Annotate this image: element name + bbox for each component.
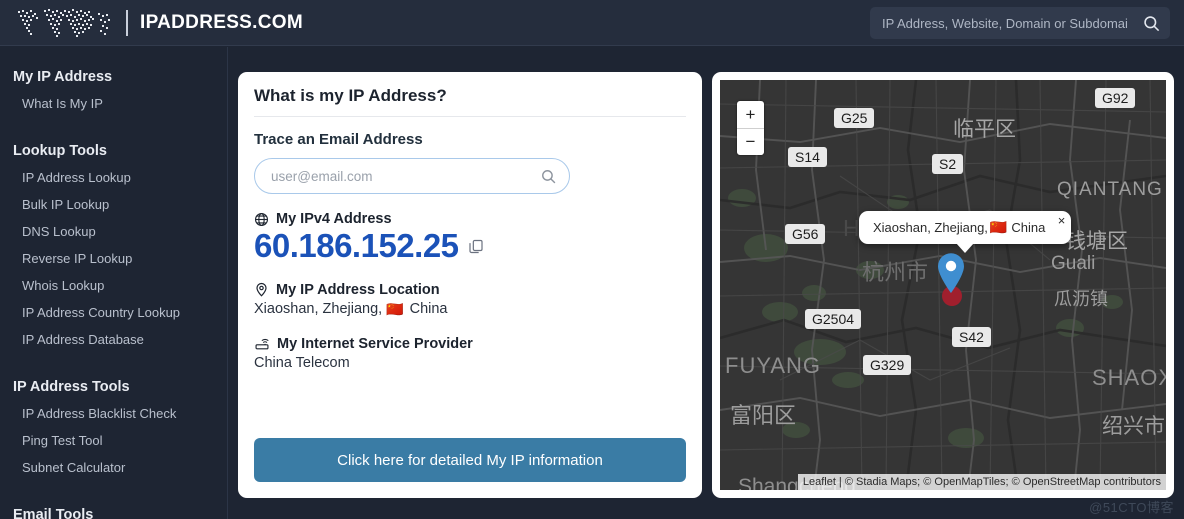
sidebar-heading-ip-address-tools: IP Address Tools bbox=[13, 379, 130, 395]
map-place-label: FUYANG bbox=[725, 353, 822, 378]
trace-email-label: Trace an Email Address bbox=[254, 131, 423, 148]
my-ip-card: What is my IP Address? Trace an Email Ad… bbox=[238, 72, 702, 498]
map-place-label: QIANTANG bbox=[1057, 179, 1163, 200]
logo-divider bbox=[126, 9, 128, 36]
sidebar-heading-my-ip-address: My IP Address bbox=[13, 69, 113, 85]
page-root: IPADDRESS.COM My IP Address What Is My I… bbox=[0, 0, 1184, 519]
ipv4-heading: My IPv4 Address bbox=[254, 211, 686, 227]
map-road-shield: G92 bbox=[1095, 88, 1136, 108]
location-heading: My IP Address Location bbox=[254, 282, 686, 298]
map-road-shield: S2 bbox=[932, 154, 964, 174]
map-place-label: 富阳区 bbox=[730, 403, 797, 428]
isp-value: China Telecom bbox=[254, 354, 350, 371]
isp-label: My Internet Service Provider bbox=[277, 335, 473, 352]
site-logo[interactable]: IPADDRESS.COM bbox=[14, 5, 303, 41]
search-button[interactable] bbox=[1132, 7, 1170, 39]
sidebar-item-ip-address-country-lookup[interactable]: IP Address Country Lookup bbox=[0, 299, 227, 326]
detailed-ip-info-button[interactable]: Click here for detailed My IP informatio… bbox=[254, 438, 686, 482]
map-place-label: 临平区 bbox=[953, 118, 1016, 141]
sidebar-group-lookup-tools: Lookup Tools IP Address Lookup Bulk IP L… bbox=[0, 137, 227, 353]
sidebar-item-bulk-ip-lookup[interactable]: Bulk IP Lookup bbox=[0, 191, 227, 218]
location-value: Xiaoshan, Zhejiang, 🇨🇳 China bbox=[254, 301, 686, 318]
ipv4-address: 60.186.152.25 bbox=[254, 227, 459, 264]
copy-icon bbox=[468, 239, 483, 254]
sidebar-item-whois-lookup[interactable]: Whois Lookup bbox=[0, 272, 227, 299]
page-title: What is my IP Address? bbox=[254, 86, 686, 117]
popup-country: China bbox=[1011, 220, 1046, 235]
search-input[interactable] bbox=[870, 8, 1132, 38]
map-place-label: 杭州市 bbox=[862, 260, 929, 285]
map-place-label: SHAOXING bbox=[1092, 365, 1166, 390]
map-place-label: 钱塘区 bbox=[1065, 230, 1128, 253]
location-city-region: Xiaoshan, Zhejiang, bbox=[254, 301, 383, 318]
sidebar-heading-lookup-tools: Lookup Tools bbox=[13, 143, 107, 159]
map-road-shield: S42 bbox=[952, 327, 991, 347]
sidebar-item-dns-lookup[interactable]: DNS Lookup bbox=[0, 218, 227, 245]
search-icon bbox=[541, 169, 555, 183]
isp-block: My Internet Service Provider China Telec… bbox=[254, 336, 686, 371]
map-road-shield: G2504 bbox=[805, 309, 862, 329]
popup-close-button[interactable]: × bbox=[1058, 214, 1066, 227]
router-icon bbox=[255, 339, 269, 350]
map-popup[interactable]: Xiaoshan, Zhejiang, 🇨🇳 China × bbox=[859, 211, 1072, 253]
map-pin-icon bbox=[256, 283, 267, 298]
sidebar-item-ip-address-blacklist-check[interactable]: IP Address Blacklist Check bbox=[0, 400, 227, 427]
world-map-logo-icon bbox=[18, 8, 110, 37]
map-zoom-controls[interactable]: + − bbox=[737, 101, 764, 155]
map-road-shield: S14 bbox=[788, 147, 827, 167]
location-block: My IP Address Location Xiaoshan, Zhejian… bbox=[254, 282, 686, 318]
map-marker-icon[interactable] bbox=[936, 252, 966, 294]
zoom-in-button[interactable]: + bbox=[737, 101, 764, 128]
map-road-shield: G56 bbox=[785, 224, 826, 244]
map-place-label: Guali bbox=[1051, 253, 1096, 274]
search-icon bbox=[1143, 15, 1159, 31]
globe-icon bbox=[255, 212, 268, 226]
china-flag-icon: 🇨🇳 bbox=[989, 219, 1008, 235]
map-card: + − 临平区 QIANTANG 钱塘区 HANGZHOU 杭州市 Guali … bbox=[712, 72, 1174, 498]
zoom-out-button[interactable]: − bbox=[737, 128, 764, 155]
copy-ip-button[interactable] bbox=[468, 238, 484, 265]
sidebar-item-ping-test-tool[interactable]: Ping Test Tool bbox=[0, 427, 227, 454]
site-header: IPADDRESS.COM bbox=[0, 0, 1184, 46]
map-road-shield: G329 bbox=[863, 355, 912, 375]
ipv4-block: My IPv4 Address 60.186.152.25 bbox=[254, 211, 686, 265]
sidebar-item-what-is-my-ip[interactable]: What Is My IP bbox=[0, 90, 227, 117]
map-attribution[interactable]: Leaflet | © Stadia Maps; © OpenMapTiles;… bbox=[797, 474, 1166, 490]
ipv4-value-row: 60.186.152.25 bbox=[254, 227, 686, 265]
location-label: My IP Address Location bbox=[276, 281, 440, 298]
email-search-button[interactable] bbox=[533, 161, 563, 191]
leaflet-map[interactable]: + − 临平区 QIANTANG 钱塘区 HANGZHOU 杭州市 Guali … bbox=[720, 80, 1166, 490]
site-search[interactable] bbox=[870, 7, 1170, 39]
trace-email-field[interactable] bbox=[254, 158, 570, 194]
map-place-label: 瓜沥镇 bbox=[1054, 289, 1108, 309]
sidebar-group-ip-address-tools: IP Address Tools IP Address Blacklist Ch… bbox=[0, 373, 227, 481]
location-country: China bbox=[409, 301, 448, 318]
watermark: @51CTO博客 bbox=[1089, 500, 1174, 515]
china-flag-icon: 🇨🇳 bbox=[386, 300, 404, 317]
sidebar-item-reverse-ip-lookup[interactable]: Reverse IP Lookup bbox=[0, 245, 227, 272]
sidebar-group-my-ip-address: My IP Address What Is My IP bbox=[0, 63, 227, 117]
sidebar-heading-email-tools: Email Tools bbox=[13, 507, 94, 519]
map-road-shield: G25 bbox=[834, 108, 875, 128]
email-input[interactable] bbox=[271, 168, 533, 184]
brand-name: IPADDRESS.COM bbox=[140, 11, 303, 33]
sidebar-nav: My IP Address What Is My IP Lookup Tools… bbox=[0, 47, 228, 519]
popup-city-region: Xiaoshan, Zhejiang, bbox=[873, 220, 988, 235]
sidebar-item-ip-address-lookup[interactable]: IP Address Lookup bbox=[0, 164, 227, 191]
sidebar-item-subnet-calculator[interactable]: Subnet Calculator bbox=[0, 454, 227, 481]
isp-heading: My Internet Service Provider bbox=[254, 336, 686, 352]
sidebar-item-ip-address-database[interactable]: IP Address Database bbox=[0, 326, 227, 353]
ipv4-label: My IPv4 Address bbox=[276, 211, 392, 227]
map-place-label: 绍兴市 bbox=[1102, 415, 1165, 438]
